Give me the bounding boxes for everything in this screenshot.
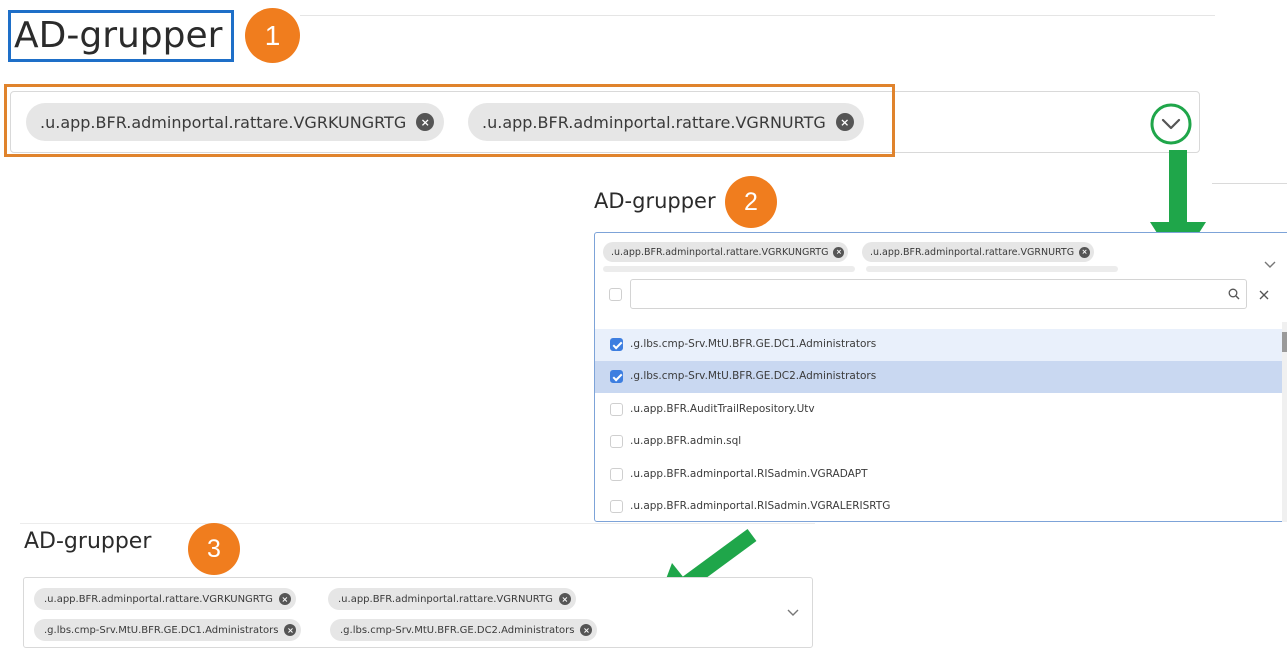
chip-remove-icon[interactable]: ×: [284, 624, 297, 636]
step-badge-1: 1: [245, 8, 300, 63]
chip-label: .u.app.BFR.adminportal.rattare.VGRNURTG: [870, 246, 1075, 258]
option-label: .u.app.BFR.AuditTrailRepository.Utv: [630, 403, 815, 415]
chip-remove-icon[interactable]: ×: [833, 246, 845, 258]
option-item[interactable]: .u.app.BFR.adminportal.RISadmin.VGRADAPT: [595, 459, 1282, 491]
chip-label: .u.app.BFR.adminportal.rattare.VGRKUNGRT…: [611, 246, 829, 258]
chip-remove-icon[interactable]: ×: [278, 593, 291, 605]
chip-remove-icon[interactable]: ×: [416, 113, 435, 131]
option-checkbox[interactable]: [610, 403, 623, 416]
option-checkbox[interactable]: [610, 370, 623, 383]
option-checkbox[interactable]: [610, 468, 623, 481]
option-label: .g.lbs.cmp-Srv.MtU.BFR.GE.DC2.Administra…: [630, 370, 877, 382]
panel2-title: AD-grupper: [594, 189, 716, 213]
select-all-checkbox[interactable]: [609, 288, 622, 301]
step-badge-3: 3: [188, 523, 240, 575]
option-checkbox[interactable]: [610, 500, 623, 513]
selected-chip: .u.app.BFR.adminportal.rattare.VGRNURTG …: [328, 588, 576, 610]
chip-label: .g.lbs.cmp-Srv.MtU.BFR.GE.DC1.Administra…: [44, 624, 279, 636]
chip-remove-icon[interactable]: ×: [580, 624, 593, 636]
close-icon[interactable]: [1259, 290, 1269, 300]
dropdown-toggle-button[interactable]: [1149, 102, 1193, 146]
chip-label: .g.lbs.cmp-Srv.MtU.BFR.GE.DC2.Administra…: [340, 624, 575, 636]
chip-label: .u.app.BFR.adminportal.rattare.VGRKUNGRT…: [40, 112, 407, 132]
scrollbar-thumb[interactable]: [1282, 332, 1287, 352]
selected-chip: .g.lbs.cmp-Srv.MtU.BFR.GE.DC1.Administra…: [34, 619, 302, 641]
selected-chip: .u.app.BFR.adminportal.rattare.VGRKUNGRT…: [26, 103, 445, 141]
chip-placeholder: [866, 266, 1118, 272]
search-input[interactable]: [630, 279, 1247, 309]
option-item[interactable]: .g.lbs.cmp-Srv.MtU.BFR.GE.DC2.Administra…: [595, 361, 1282, 393]
option-checkbox[interactable]: [610, 435, 623, 448]
selected-chip: .g.lbs.cmp-Srv.MtU.BFR.GE.DC2.Administra…: [330, 619, 598, 641]
divider: [1212, 183, 1287, 184]
option-label: .u.app.BFR.adminportal.RISadmin.VGRADAPT: [630, 468, 868, 480]
option-label: .u.app.BFR.adminportal.RISadmin.VGRALERI…: [630, 500, 891, 512]
chevron-down-icon[interactable]: [786, 608, 800, 618]
option-checkbox[interactable]: [610, 338, 623, 351]
chip-remove-icon[interactable]: ×: [558, 593, 571, 605]
chip-remove-icon[interactable]: ×: [835, 113, 854, 131]
step-badge-2: 2: [725, 176, 777, 228]
chevron-down-icon: [1150, 103, 1192, 145]
selected-chip: .u.app.BFR.adminportal.rattare.VGRNURTG …: [468, 103, 864, 141]
panel3-title: AD-grupper: [24, 529, 152, 554]
chip-remove-icon[interactable]: ×: [1079, 246, 1091, 258]
chip-placeholder: [603, 266, 855, 272]
option-item[interactable]: .u.app.BFR.AuditTrailRepository.Utv: [595, 394, 1282, 426]
panel1-title: AD-grupper: [8, 10, 234, 62]
option-label: .g.lbs.cmp-Srv.MtU.BFR.GE.DC1.Administra…: [630, 338, 877, 350]
chip-label: .u.app.BFR.adminportal.rattare.VGRNURTG: [482, 112, 826, 132]
search-icon: [1228, 288, 1240, 300]
option-item[interactable]: .u.app.BFR.admin.sql: [595, 426, 1282, 458]
option-item[interactable]: .u.app.BFR.adminportal.RISadmin.VGRALERI…: [595, 491, 1282, 523]
chip-label: .u.app.BFR.adminportal.rattare.VGRNURTG: [338, 593, 553, 605]
selected-chip: .u.app.BFR.adminportal.rattare.VGRKUNGRT…: [34, 588, 296, 610]
chevron-down-icon[interactable]: [1263, 260, 1277, 270]
option-item[interactable]: .g.lbs.cmp-Srv.MtU.BFR.GE.DC1.Administra…: [595, 329, 1282, 361]
scrollbar[interactable]: [1282, 322, 1287, 522]
divider: [300, 15, 1215, 16]
selected-chip: .u.app.BFR.adminportal.rattare.VGRKUNGRT…: [603, 242, 849, 262]
divider: [20, 523, 815, 524]
selected-chip: .u.app.BFR.adminportal.rattare.VGRNURTG …: [862, 242, 1095, 262]
chip-label: .u.app.BFR.adminportal.rattare.VGRKUNGRT…: [44, 593, 273, 605]
option-label: .u.app.BFR.admin.sql: [630, 435, 742, 447]
